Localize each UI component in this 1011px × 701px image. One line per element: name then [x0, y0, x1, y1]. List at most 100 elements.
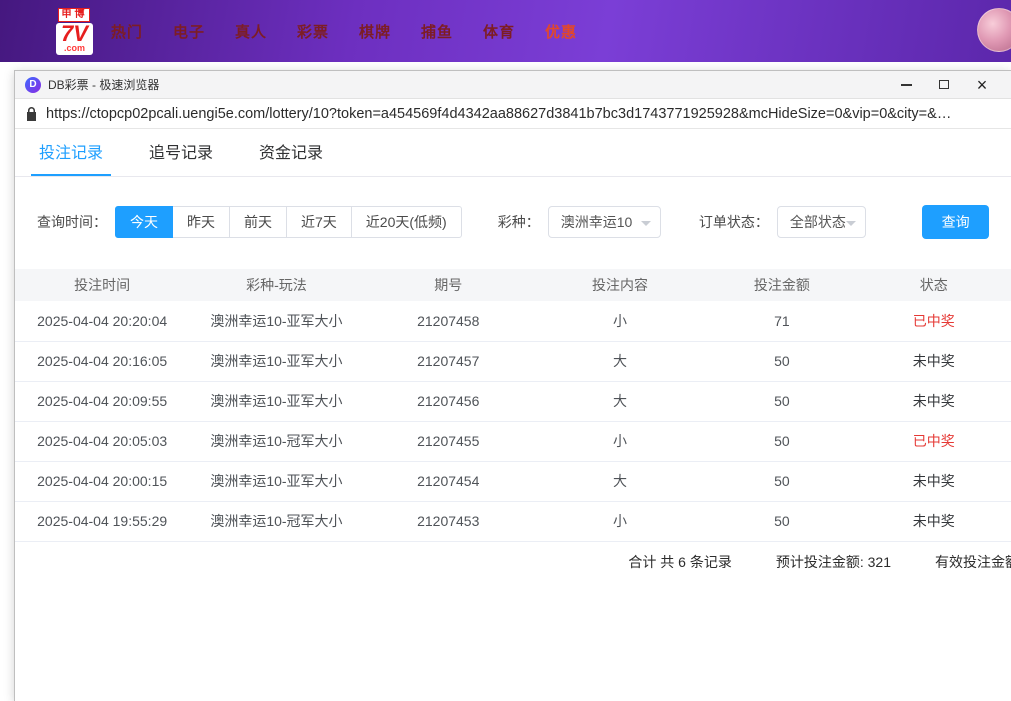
time-filter-day-before[interactable]: 前天 [229, 206, 287, 238]
column-header: 期号 [364, 269, 533, 301]
nav-item-fishing[interactable]: 捕鱼 [421, 21, 453, 42]
table-row: 2025-04-04 20:09:55澳洲幸运10-亚军大小21207456大5… [15, 381, 1011, 421]
bet-amount-cell: 50 [707, 381, 856, 421]
maximize-button[interactable] [925, 71, 963, 99]
game-play-cell: 澳洲幸运10-亚军大小 [189, 381, 363, 421]
chevron-down-icon [846, 221, 856, 226]
total-records-text: 合计 共 6 条记录 [628, 552, 731, 572]
user-avatar[interactable] [977, 8, 1011, 52]
table-row: 2025-04-04 20:20:04澳洲幸运10-亚军大小21207458小7… [15, 301, 1011, 341]
bet-time-cell: 2025-04-04 20:16:05 [15, 341, 189, 381]
bet-time-cell: 2025-04-04 20:05:03 [15, 421, 189, 461]
search-button[interactable]: 查询 [922, 205, 989, 239]
table-row: 2025-04-04 20:00:15澳洲幸运10-亚军大小21207454大5… [15, 461, 1011, 501]
order-status-select[interactable]: 全部状态 [777, 206, 866, 238]
tab-bar: 投注记录 追号记录 资金记录 [15, 129, 1011, 177]
bet-time-cell: 2025-04-04 20:00:15 [15, 461, 189, 501]
bet-amount-cell: 50 [707, 461, 856, 501]
main-nav: 热门 电子 真人 彩票 棋牌 捕鱼 体育 优惠 [111, 21, 577, 42]
order-status-select-value: 全部状态 [790, 212, 846, 232]
minimize-button[interactable] [887, 71, 925, 99]
chevron-down-icon [641, 221, 651, 226]
nav-item-lottery[interactable]: 彩票 [297, 21, 329, 42]
nav-item-hot[interactable]: 热门 [111, 21, 143, 42]
time-filter-label: 查询时间： [37, 212, 107, 232]
bet-records-table: 投注时间彩种-玩法期号投注内容投注金额状态 2025-04-04 20:20:0… [15, 269, 1011, 542]
issue-number-cell: 21207458 [364, 301, 533, 341]
column-header: 投注金额 [707, 269, 856, 301]
window-title: DB彩票 - 极速浏览器 [48, 76, 159, 93]
filter-row: 查询时间： 今天昨天前天近7天近20天(低频) 彩种： 澳洲幸运10 订单状态：… [15, 205, 1011, 239]
game-play-cell: 澳洲幸运10-冠军大小 [189, 501, 363, 541]
nav-item-slots[interactable]: 电子 [173, 21, 205, 42]
bet-content-cell: 大 [533, 341, 707, 381]
time-filter-today[interactable]: 今天 [115, 206, 173, 238]
page-content: 投注记录 追号记录 资金记录 查询时间： 今天昨天前天近7天近20天(低频) 彩种：… [15, 129, 1011, 701]
maximize-icon [939, 80, 949, 89]
tab-bet-records[interactable]: 投注记录 [39, 139, 103, 176]
column-header: 彩种-玩法 [189, 269, 363, 301]
bet-amount-cell: 50 [707, 341, 856, 381]
expected-amount-text: 预计投注金额: 321 [776, 552, 891, 572]
nav-item-board[interactable]: 棋牌 [359, 21, 391, 42]
window-titlebar: D DB彩票 - 极速浏览器 × [15, 71, 1011, 99]
lottery-filter-label: 彩种： [498, 212, 540, 232]
issue-number-cell: 21207456 [364, 381, 533, 421]
tab-chase-records[interactable]: 追号记录 [149, 139, 213, 176]
time-filter-last-20-days[interactable]: 近20天(低频) [351, 206, 462, 238]
order-status-label: 订单状态： [699, 212, 769, 232]
site-logo[interactable]: 申博 7V .com [56, 8, 93, 55]
game-play-cell: 澳洲幸运10-亚军大小 [189, 461, 363, 501]
column-header: 状态 [857, 269, 1011, 301]
game-play-cell: 澳洲幸运10-亚军大小 [189, 301, 363, 341]
logo-main-text: 7V [61, 24, 88, 44]
tab-fund-records[interactable]: 资金记录 [259, 139, 323, 176]
issue-number-cell: 21207457 [364, 341, 533, 381]
close-icon: × [977, 76, 988, 94]
status-cell: 未中奖 [857, 381, 1011, 421]
bet-amount-cell: 50 [707, 421, 856, 461]
time-filter-yesterday[interactable]: 昨天 [172, 206, 230, 238]
bet-content-cell: 小 [533, 501, 707, 541]
url-text[interactable]: https://ctopcp02pcali.uengi5e.com/lotter… [46, 106, 1000, 122]
bet-amount-cell: 50 [707, 501, 856, 541]
table-body: 2025-04-04 20:20:04澳洲幸运10-亚军大小21207458小7… [15, 301, 1011, 541]
site-header: 申博 7V .com 热门 电子 真人 彩票 棋牌 捕鱼 体育 优惠 [0, 0, 1011, 62]
table-row: 2025-04-04 20:05:03澳洲幸运10-冠军大小21207455小5… [15, 421, 1011, 461]
time-filter-last-7-days[interactable]: 近7天 [286, 206, 352, 238]
issue-number-cell: 21207455 [364, 421, 533, 461]
bet-time-cell: 2025-04-04 20:20:04 [15, 301, 189, 341]
bet-time-cell: 2025-04-04 19:55:29 [15, 501, 189, 541]
bet-content-cell: 小 [533, 421, 707, 461]
logo-cn-text: 申博 [58, 8, 90, 22]
window-controls: × [887, 71, 1001, 99]
issue-number-cell: 21207454 [364, 461, 533, 501]
browser-app-icon: D [25, 77, 41, 93]
lock-icon [26, 107, 37, 121]
bet-amount-cell: 71 [707, 301, 856, 341]
lottery-select-value: 澳洲幸运10 [561, 212, 633, 232]
table-row: 2025-04-04 20:16:05澳洲幸运10-亚军大小21207457大5… [15, 341, 1011, 381]
bet-time-cell: 2025-04-04 20:09:55 [15, 381, 189, 421]
logo-box: 7V .com [56, 23, 93, 55]
status-cell: 已中奖 [857, 421, 1011, 461]
close-button[interactable]: × [963, 71, 1001, 99]
url-bar: https://ctopcp02pcali.uengi5e.com/lotter… [15, 99, 1011, 129]
column-header: 投注时间 [15, 269, 189, 301]
column-header: 投注内容 [533, 269, 707, 301]
table-row: 2025-04-04 19:55:29澳洲幸运10-冠军大小21207453小5… [15, 501, 1011, 541]
logo-suffix-text: .com [61, 44, 88, 53]
issue-number-cell: 21207453 [364, 501, 533, 541]
browser-window: D DB彩票 - 极速浏览器 × https://ctopcp02pcali.u… [14, 70, 1011, 701]
status-cell: 未中奖 [857, 341, 1011, 381]
lottery-select[interactable]: 澳洲幸运10 [548, 206, 661, 238]
table-header-row: 投注时间彩种-玩法期号投注内容投注金额状态 [15, 269, 1011, 301]
status-cell: 未中奖 [857, 461, 1011, 501]
nav-item-promo[interactable]: 优惠 [545, 21, 577, 42]
valid-amount-text: 有效投注金额 [935, 552, 1011, 572]
nav-item-sports[interactable]: 体育 [483, 21, 515, 42]
status-cell: 未中奖 [857, 501, 1011, 541]
bet-content-cell: 大 [533, 461, 707, 501]
status-cell: 已中奖 [857, 301, 1011, 341]
nav-item-live[interactable]: 真人 [235, 21, 267, 42]
